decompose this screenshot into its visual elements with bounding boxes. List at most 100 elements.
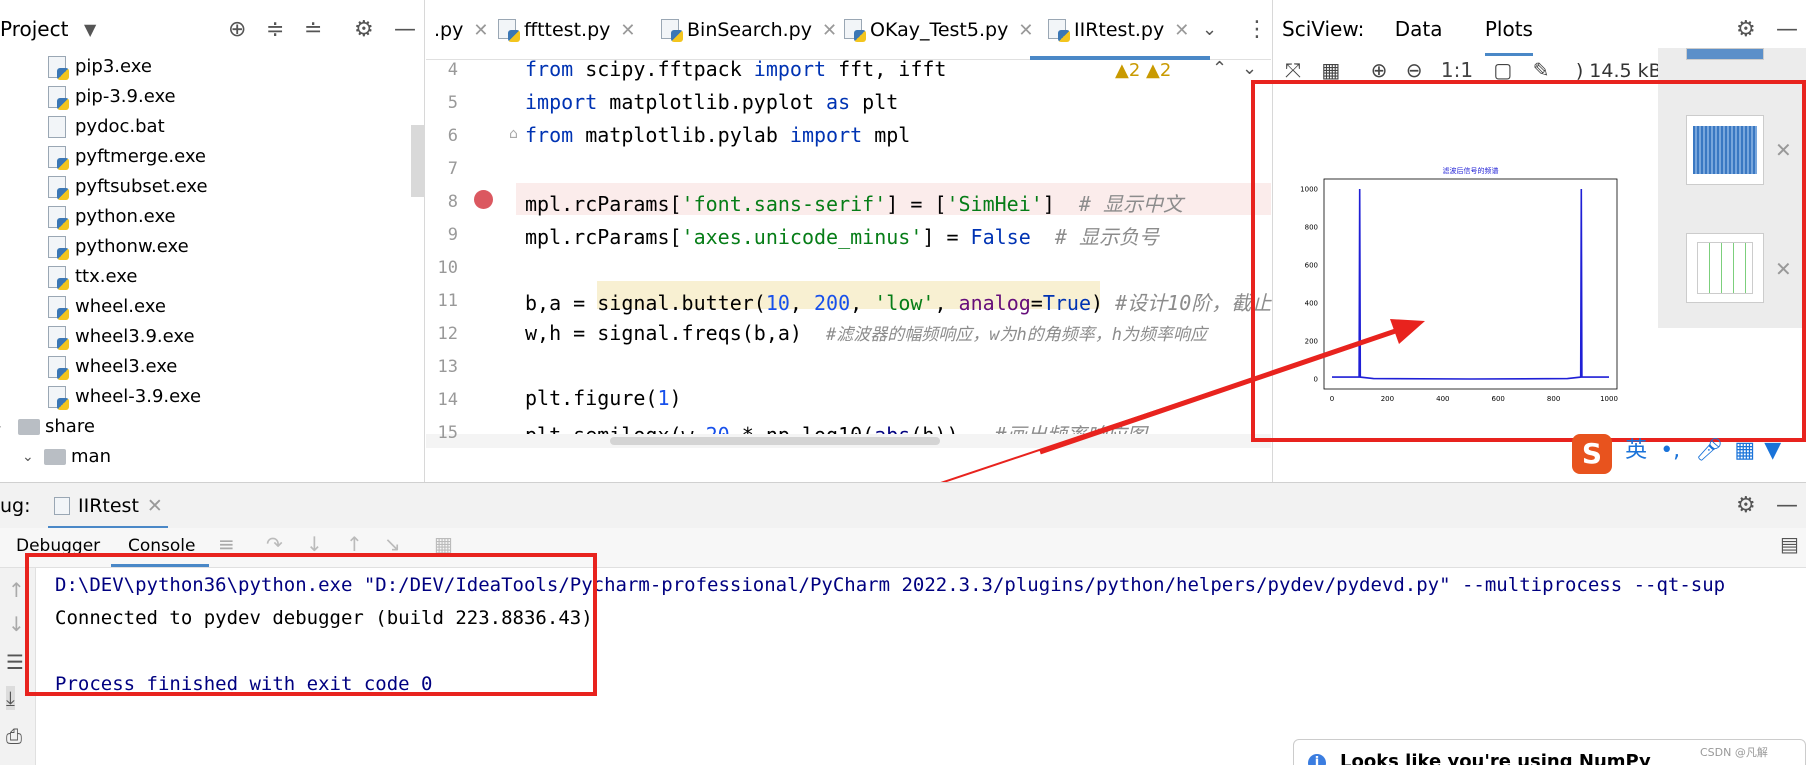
tab-label: IIRtest.py	[1074, 19, 1165, 41]
image-size: ) 14.5 kB	[1575, 60, 1662, 82]
close-icon[interactable]: ✕	[620, 20, 635, 41]
code-line-8: mpl.rcParams['font.sans-serif'] = ['SimH…	[525, 192, 1184, 216]
chevron-up-icon[interactable]: ⌃	[1212, 58, 1227, 79]
tab-okay-test5[interactable]: OKay_Test5.py ✕	[844, 0, 1033, 60]
tree-item-label: wheel3.exe	[75, 356, 178, 377]
tab-label: OKay_Test5.py	[870, 19, 1009, 41]
file-icon	[48, 356, 69, 380]
tree-file[interactable]: pip-3.9.exe	[0, 82, 410, 112]
annotation-box	[25, 553, 597, 696]
sciview-toolbar: ⤧ ▦ ⊕ ⊖ 1:1 ▢ ✎ ) 14.5 kB	[1285, 58, 1662, 82]
tree-file[interactable]: pythonw.exe	[0, 232, 410, 262]
tree-file[interactable]: wheel3.9.exe	[0, 322, 410, 352]
ime-mode[interactable]: 英	[1625, 438, 1647, 463]
tree-file[interactable]: pydoc.bat	[0, 112, 410, 142]
down-arrow-icon[interactable]: ↓	[8, 612, 25, 636]
line-number: 11	[437, 291, 458, 311]
line-number: 5	[447, 93, 458, 113]
tab-py[interactable]: .py ✕	[434, 0, 488, 60]
close-icon[interactable]: ✕	[147, 495, 163, 517]
tab-label: BinSearch.py	[687, 19, 812, 41]
tab-plots[interactable]: Plots	[1484, 17, 1533, 56]
chevron-down-icon[interactable]: ⌄	[1242, 58, 1257, 79]
punctuation-icon[interactable]: •,	[1660, 438, 1680, 463]
python-file-icon	[844, 19, 866, 42]
layout-icon[interactable]: ▤	[1780, 532, 1799, 556]
tree-item-label: pip3.exe	[75, 56, 152, 77]
tree-item-label: wheel3.9.exe	[75, 326, 195, 347]
tree-item-label: ttx.exe	[75, 266, 138, 287]
run-tab-label: IIRtest	[78, 495, 139, 517]
more-icon[interactable]: ⋮	[1246, 0, 1268, 60]
run-tab[interactable]: IIRtest ✕	[54, 495, 163, 517]
tree-folder[interactable]: › share	[0, 412, 410, 442]
fit-icon[interactable]: ⤧	[1285, 58, 1301, 82]
chevron-down-icon[interactable]: ⌄	[1202, 0, 1217, 60]
editor-tabs: .py ✕ ffttest.py ✕ BinSearch.py ✕ OKay_Test…	[426, 0, 1271, 60]
gear-icon[interactable]: ⚙	[354, 17, 374, 42]
gear-icon[interactable]: ⚙	[1736, 493, 1756, 518]
tree-file[interactable]: pyftsubset.exe	[0, 172, 410, 202]
sogou-icon[interactable]: S	[1572, 434, 1612, 474]
minimize-icon[interactable]: —	[394, 17, 416, 42]
tab-label: .py	[434, 19, 464, 41]
expand-all-icon[interactable]: ≑	[266, 17, 284, 42]
tree-file[interactable]: ttx.exe	[0, 262, 410, 292]
collapse-all-icon[interactable]: ≐	[304, 17, 322, 42]
tree-file[interactable]: pip3.exe	[0, 52, 410, 82]
color-picker-icon[interactable]: ✎	[1533, 58, 1550, 82]
chevron-down-icon[interactable]: ▼	[84, 20, 96, 39]
breakpoint-icon[interactable]	[474, 190, 493, 209]
image-icon[interactable]: ▢	[1493, 58, 1512, 82]
gear-icon[interactable]: ⚙	[1736, 17, 1756, 42]
fold-icon[interactable]: ⌂	[509, 126, 518, 142]
print-icon[interactable]: ⎙	[6, 724, 22, 748]
close-icon[interactable]: ✕	[1174, 20, 1189, 41]
project-title[interactable]: Project	[0, 17, 68, 41]
grid-icon[interactable]: ▦	[1321, 58, 1340, 82]
close-icon[interactable]: ✕	[822, 20, 837, 41]
tree-item-label: pyftsubset.exe	[75, 176, 208, 197]
project-header: Project ▼ ⊕ ≑ ≐ ⚙ —	[0, 0, 425, 60]
up-arrow-icon[interactable]: ↑	[8, 578, 25, 602]
minimize-icon[interactable]: —	[1776, 493, 1798, 518]
tree-file[interactable]: pyftmerge.exe	[0, 142, 410, 172]
file-icon	[48, 86, 69, 110]
tab-ffttest[interactable]: ffttest.py ✕	[498, 0, 635, 60]
tree-item-label: pythonw.exe	[75, 236, 189, 257]
chevron-icon[interactable]: ⌄	[22, 442, 34, 472]
tree-file[interactable]: python.exe	[0, 202, 410, 232]
tab-binsearch[interactable]: BinSearch.py ✕	[661, 0, 837, 60]
tree-file[interactable]: wheel-3.9.exe	[0, 382, 410, 412]
keyboard-icon[interactable]: ▦	[1734, 438, 1755, 463]
warning-indicator[interactable]: ▲2 ▲2	[1115, 60, 1171, 81]
tree-file[interactable]: wheel3.exe	[0, 352, 410, 382]
minimize-icon[interactable]: —	[1776, 17, 1798, 42]
code-line-6: from matplotlib.pylab import mpl	[525, 123, 911, 147]
zoom-out-icon[interactable]: ⊖	[1406, 58, 1423, 82]
zoom-in-icon[interactable]: ⊕	[1371, 58, 1388, 82]
plot-thumbnail[interactable]	[1686, 48, 1764, 60]
tab-iirtest[interactable]: IIRtest.py ✕	[1048, 0, 1189, 60]
project-scrollbar[interactable]	[411, 125, 425, 197]
scroll-to-end-icon[interactable]: ⤓	[6, 686, 15, 710]
hscroll-thumb[interactable]	[610, 437, 940, 445]
close-icon[interactable]: ✕	[1018, 20, 1033, 41]
file-icon	[48, 266, 69, 290]
folder-icon	[44, 449, 66, 465]
soft-wrap-icon[interactable]: ☰	[6, 650, 24, 674]
tree-folder[interactable]: ⌄ man	[0, 442, 410, 472]
tab-data[interactable]: Data	[1395, 17, 1443, 41]
line-number: 7	[447, 159, 458, 179]
line-number: 13	[437, 357, 458, 377]
locate-icon[interactable]: ⊕	[228, 17, 246, 42]
tree-item-label: wheel-3.9.exe	[75, 386, 202, 407]
line-number: 15	[437, 423, 458, 443]
skin-icon[interactable]: ▼	[1764, 438, 1781, 463]
chevron-icon[interactable]: ›	[0, 412, 2, 442]
microphone-icon[interactable]: 🎤︎	[1695, 438, 1723, 463]
tree-item-label: pydoc.bat	[75, 116, 165, 137]
actual-size-icon[interactable]: 1:1	[1441, 58, 1473, 82]
close-icon[interactable]: ✕	[473, 20, 488, 41]
tree-file[interactable]: wheel.exe	[0, 292, 410, 322]
